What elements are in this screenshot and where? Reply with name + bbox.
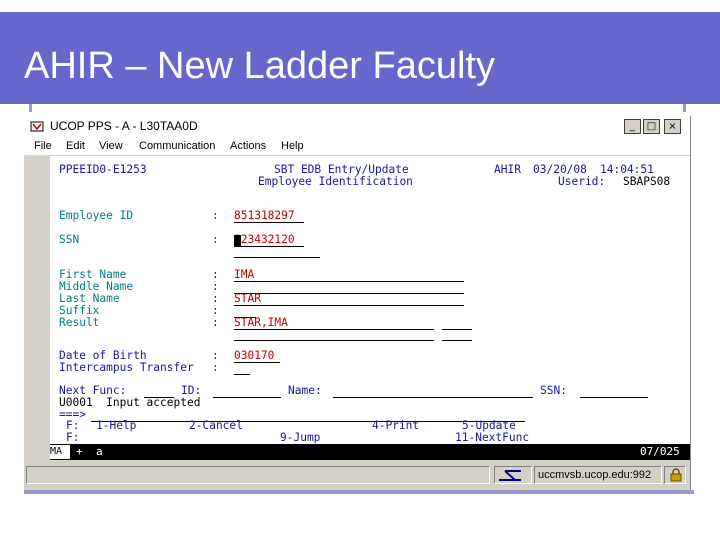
lock-icon xyxy=(670,468,682,482)
menubar: File Edit View Communication Actions Hel… xyxy=(24,137,690,155)
ssn-field[interactable]: 123432120 xyxy=(234,234,295,246)
menu-help[interactable]: Help xyxy=(281,138,304,154)
host-address: uccmvsb.ucop.edu:992 xyxy=(538,469,652,481)
text-cursor xyxy=(234,235,241,246)
fkey-print: 4-Print xyxy=(372,419,420,432)
minimize-button[interactable]: _ xyxy=(624,119,641,134)
screen-subtitle: Employee Identification xyxy=(258,175,413,188)
window-titlebar[interactable]: UCOP PPS - A - L30TAA0D _ □ × xyxy=(24,116,690,137)
header-rule xyxy=(0,104,636,107)
operator-info-area: MA + a 07/025 xyxy=(50,444,690,460)
result-field: STAR,IMA xyxy=(234,316,288,329)
slide-header: AHIR – New Ladder Faculty xyxy=(0,12,720,107)
field-underline xyxy=(234,340,434,341)
menu-file[interactable]: File xyxy=(34,138,52,154)
colon: : xyxy=(212,209,219,222)
field-underline xyxy=(234,329,434,330)
field-underline xyxy=(234,305,464,306)
slide-title: AHIR – New Ladder Faculty xyxy=(24,45,495,87)
employee-id-field[interactable]: 851318297 xyxy=(234,210,295,222)
name-field[interactable] xyxy=(333,397,533,398)
field-underline xyxy=(234,293,464,294)
field-underline xyxy=(234,374,250,375)
colon: : xyxy=(212,316,219,329)
menu-view[interactable]: View xyxy=(99,138,123,154)
terminal-screen[interactable]: PPEEID0-E1253 SBT EDB Entry/Update Emplo… xyxy=(50,156,690,459)
colon: : xyxy=(212,361,219,374)
first-name-field[interactable]: IMA xyxy=(234,269,254,281)
terminal-window: UCOP PPS - A - L30TAA0D _ □ × File Edit … xyxy=(24,116,691,490)
employee-id-label: Employee ID xyxy=(59,209,134,222)
cursor-position: 07/025 xyxy=(640,445,680,458)
oia-mode: MA xyxy=(50,445,70,459)
ssn-label: SSN xyxy=(59,233,80,246)
system-code: AHIR xyxy=(494,163,521,176)
field-underline xyxy=(234,362,280,363)
window-title: UCOP PPS - A - L30TAA0D xyxy=(50,119,198,133)
connection-panel xyxy=(494,466,532,484)
rule-tick xyxy=(29,104,32,112)
field-underline xyxy=(234,257,320,258)
field-underline xyxy=(442,340,472,341)
statusbar: uccmvsb.ucop.edu:992 xyxy=(24,464,690,486)
fkey-row2-label: F: xyxy=(66,431,80,444)
ssn-nav-field[interactable] xyxy=(580,397,648,398)
status-panel xyxy=(26,466,490,484)
fkey-jump: 9-Jump xyxy=(280,431,321,444)
transfer-label: Intercampus Transfer xyxy=(59,361,194,374)
fkey-help: 1-Help xyxy=(96,419,137,432)
menu-edit[interactable]: Edit xyxy=(66,138,85,154)
oia-session: a xyxy=(96,445,103,458)
id-field[interactable] xyxy=(213,397,281,398)
maximize-button[interactable]: □ xyxy=(643,119,660,134)
app-icon xyxy=(30,121,44,132)
last-name-field[interactable]: STAR xyxy=(234,293,261,305)
field-underline xyxy=(234,222,304,223)
connection-icon xyxy=(499,470,521,481)
userid-value: SBAPS08 xyxy=(623,175,671,188)
menu-communication[interactable]: Communication xyxy=(139,138,215,154)
close-button[interactable]: × xyxy=(664,119,681,134)
fkey-nextfunc: 11-NextFunc xyxy=(455,431,530,444)
result-label: Result xyxy=(59,316,100,329)
fkey-cancel: 2-Cancel xyxy=(189,419,243,432)
ssn-nav-label: SSN: xyxy=(540,384,567,397)
slide-rule-bottom xyxy=(24,490,694,494)
userid-label: Userid: xyxy=(558,175,606,188)
host-panel: uccmvsb.ucop.edu:992 xyxy=(534,466,662,484)
field-underline xyxy=(234,246,304,247)
oia-indicator: + xyxy=(76,445,83,458)
dob-field[interactable]: 030170 xyxy=(234,350,274,362)
command-input[interactable] xyxy=(91,421,525,422)
colon: : xyxy=(212,233,219,246)
menu-actions[interactable]: Actions xyxy=(230,138,266,154)
lock-panel xyxy=(664,466,686,484)
screen-id: PPEEID0-E1253 xyxy=(59,163,147,176)
rule-tick xyxy=(683,104,686,112)
field-underline xyxy=(234,281,464,282)
name-label: Name: xyxy=(288,384,322,397)
field-underline xyxy=(442,329,472,330)
